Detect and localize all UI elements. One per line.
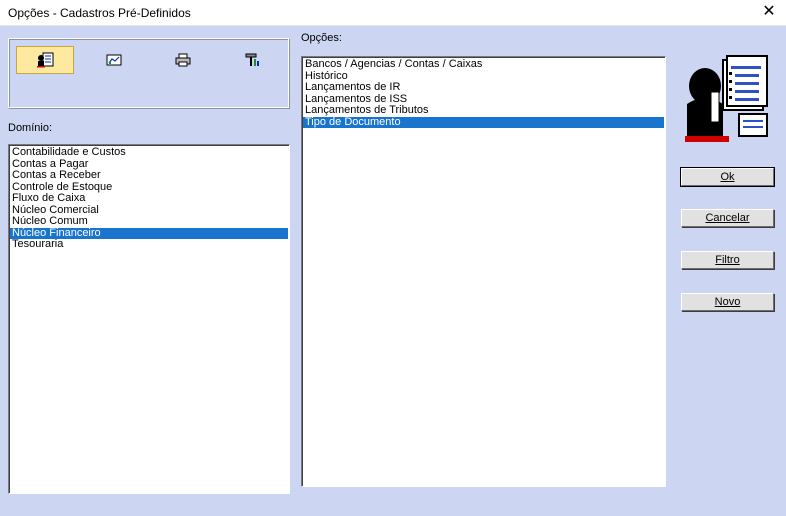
opcoes-list-item[interactable]: Lançamentos de IR [303, 81, 664, 94]
dominio-list-item[interactable]: Contas a Receber [10, 169, 288, 182]
opcoes-list-item[interactable]: Bancos / Agencias / Contas / Caixas [303, 58, 664, 71]
toolbar-button-chart[interactable] [85, 46, 143, 74]
user-document-icon [37, 52, 54, 68]
dominio-list-item[interactable]: Tesouraria [10, 238, 288, 251]
title-bar: Opções - Cadastros Pré-Definidos ✕ [0, 0, 786, 26]
new-button[interactable]: Novo [681, 293, 774, 311]
opcoes-listbox[interactable]: Bancos / Agencias / Contas / Caixas Histó… [301, 56, 666, 487]
opcoes-label: Opções: [301, 32, 342, 44]
printer-icon [175, 53, 191, 67]
dominio-label: Domínio: [8, 122, 53, 134]
opcoes-list-item[interactable]: Lançamentos de Tributos [303, 104, 664, 117]
dominio-list-item[interactable]: Contabilidade e Custos [10, 146, 288, 159]
chart-icon [106, 54, 122, 66]
cadastro-document-icon [685, 55, 768, 142]
tools-icon [245, 53, 259, 66]
toolbar-button-tools[interactable] [223, 46, 281, 74]
toolbar-button-cadastros[interactable] [16, 46, 74, 74]
dominio-list-item[interactable]: Fluxo de Caixa [10, 192, 288, 205]
dominio-list-item[interactable]: Núcleo Comum [10, 215, 288, 228]
close-icon[interactable]: ✕ [758, 2, 780, 22]
toolbar-button-print[interactable] [154, 46, 212, 74]
cancel-button[interactable]: Cancelar [681, 209, 774, 227]
window-title: Opções - Cadastros Pré-Definidos [8, 6, 191, 20]
ok-button[interactable]: Ok [680, 167, 775, 187]
module-toolbar [8, 38, 290, 109]
filter-button[interactable]: Filtro [681, 251, 774, 269]
opcoes-list-item[interactable]: Tipo de Documento [303, 116, 664, 128]
dominio-listbox[interactable]: Contabilidade e Custos Contas a Pagar Cont… [8, 144, 290, 494]
